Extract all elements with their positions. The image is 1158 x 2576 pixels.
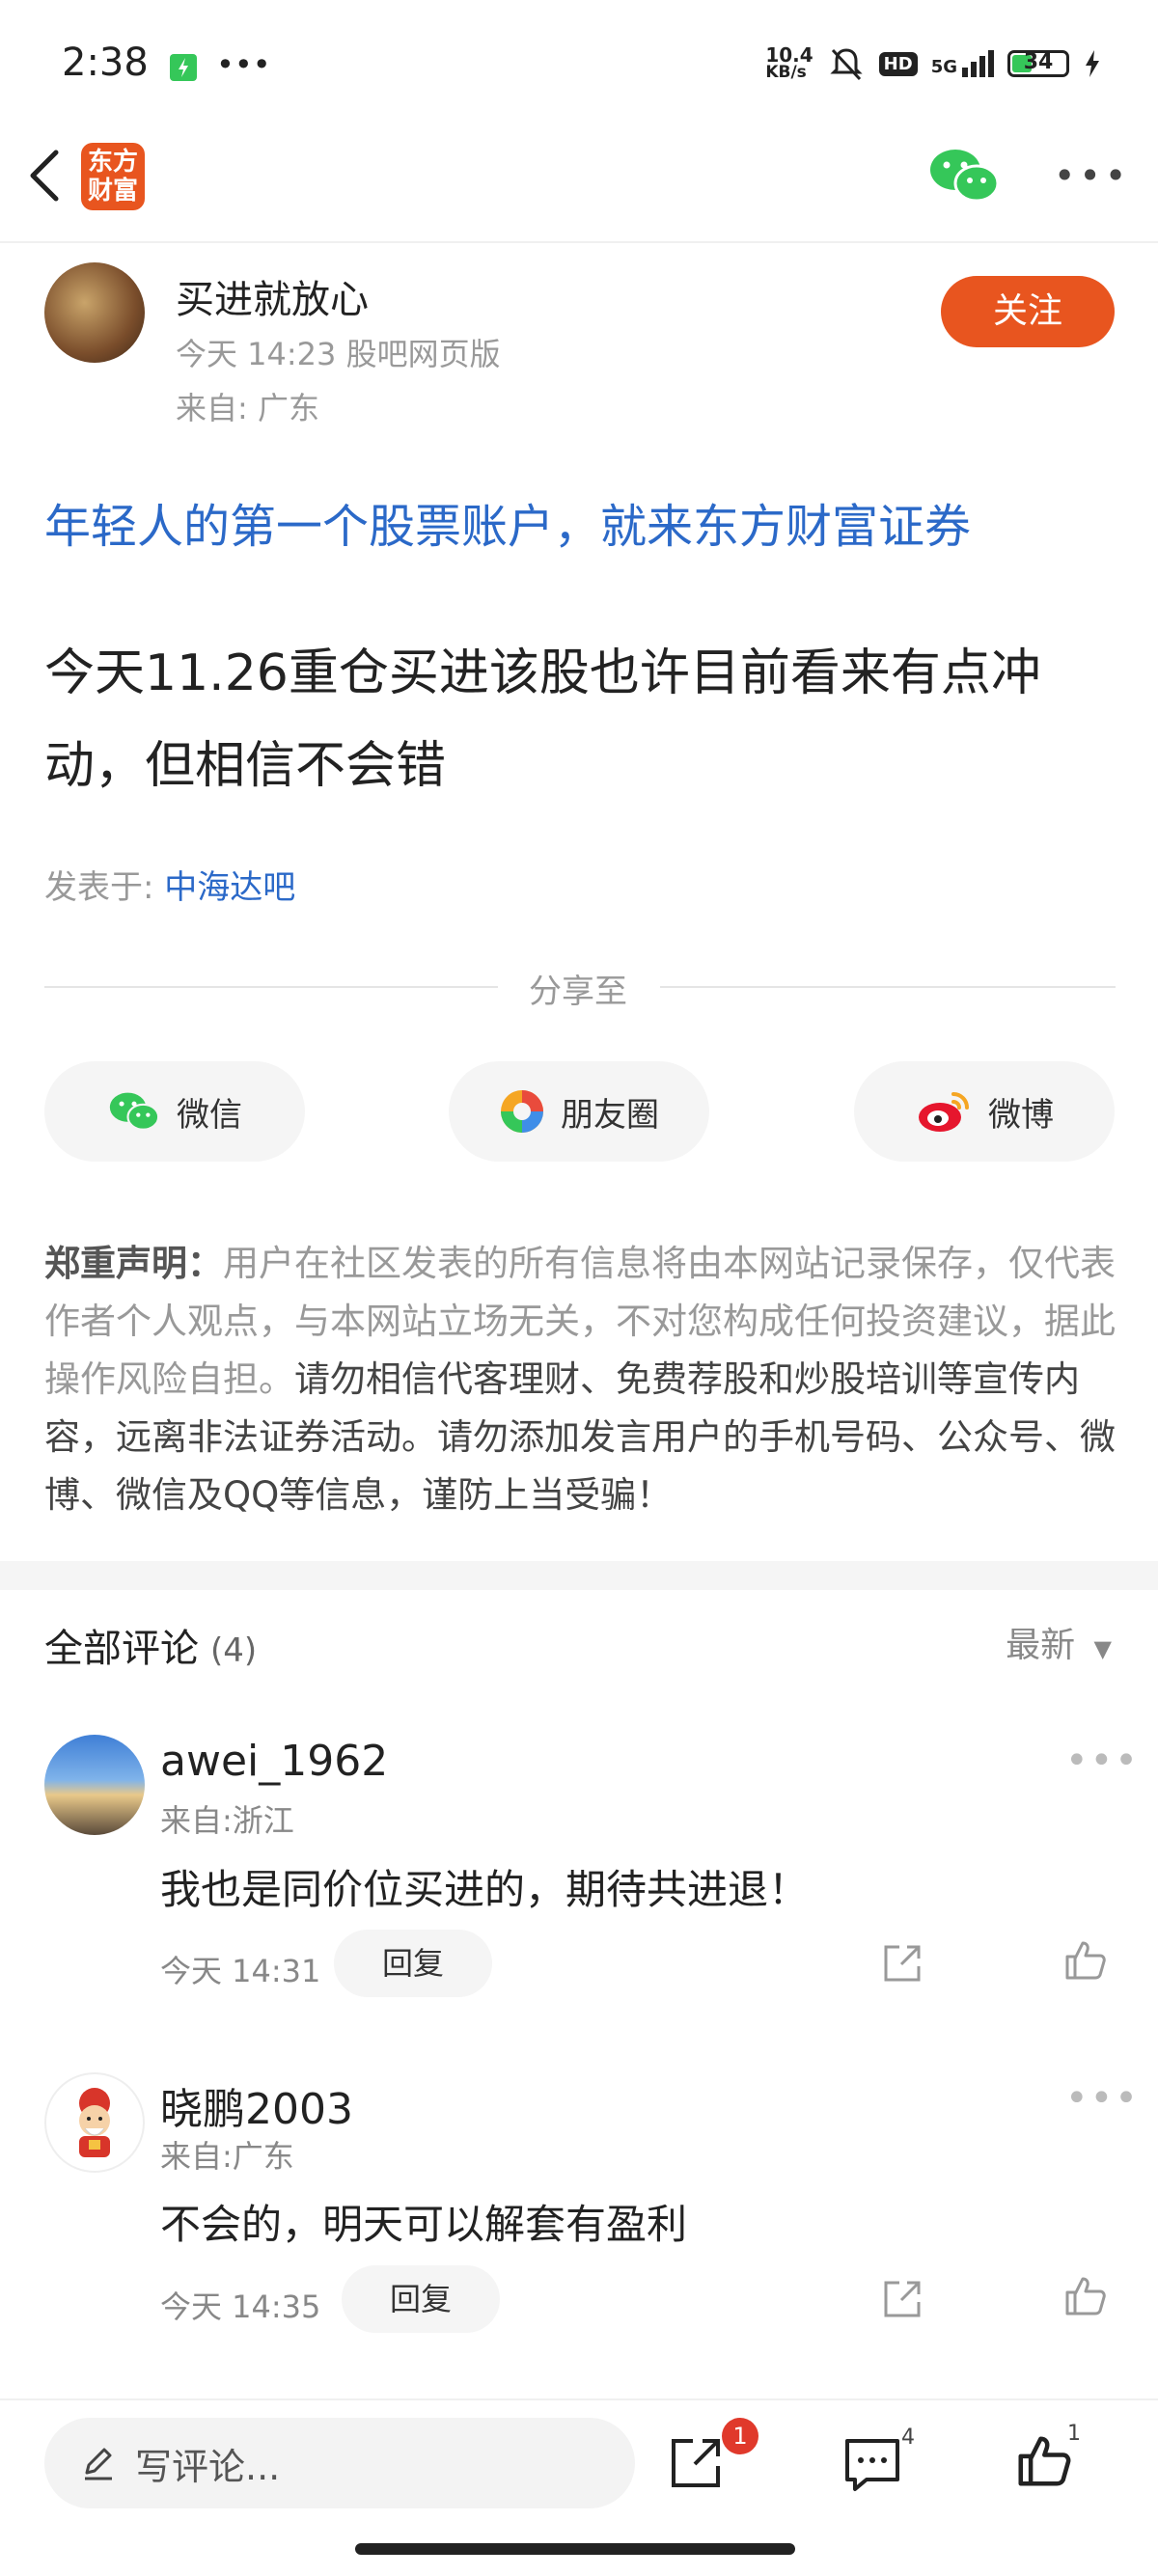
post-time-source: 今天 14:23 股吧网页版 <box>176 336 501 372</box>
disclaimer-title: 郑重声明： <box>44 1243 223 1284</box>
comments-title: 全部评论 <box>44 1627 199 1671</box>
bottom-comment-button[interactable] <box>843 2437 901 2497</box>
share-moments-label: 朋友圈 <box>561 1095 659 1135</box>
sort-dropdown[interactable]: 最新 ▼ <box>1006 1617 1112 1667</box>
comment-author[interactable]: 晓鹏2003 <box>160 2074 353 2136</box>
comments-count: (4) <box>210 1631 258 1670</box>
moments-icon <box>501 1090 543 1133</box>
comment-author[interactable]: awei_1962 <box>160 1737 388 1786</box>
comment-text: 我也是同价位买进的，期待共进退！ <box>160 1866 810 1913</box>
share-weibo-button[interactable]: 微博 <box>854 1061 1115 1162</box>
share-moments-button[interactable]: 朋友圈 <box>449 1061 709 1162</box>
more-notifications-icon: ••• <box>216 46 271 83</box>
home-indicator[interactable] <box>355 2543 795 2555</box>
write-comment-input[interactable]: 写评论... <box>44 2418 635 2508</box>
section-divider <box>0 1561 1158 1590</box>
comment-like-icon[interactable] <box>1062 2273 1108 2323</box>
share-icon <box>672 2439 720 2487</box>
write-comment-placeholder: 写评论... <box>135 2445 281 2488</box>
comment-time: 今天 14:31 <box>160 1953 321 1989</box>
back-icon[interactable] <box>21 147 69 205</box>
mute-bell-icon <box>830 48 863 81</box>
status-icons: 10.4 KB/s HD 5G 34 <box>765 44 1102 83</box>
share-wechat-button[interactable]: 微信 <box>44 1061 305 1162</box>
comment-icon <box>845 2439 899 2491</box>
wechat-icon <box>109 1092 160 1131</box>
more-menu-icon[interactable]: ••• <box>1054 154 1130 197</box>
author-avatar[interactable] <box>44 262 145 363</box>
comments-header: 全部评论 (4) <box>44 1617 257 1673</box>
comment-more-icon[interactable]: ••• <box>1065 1739 1140 1783</box>
comment-time: 今天 14:35 <box>160 2288 321 2325</box>
comment-share-icon[interactable] <box>880 2277 924 2325</box>
comment-location: 来自:广东 <box>160 2138 294 2175</box>
header-divider <box>0 241 1158 243</box>
share-badge: 1 <box>722 2418 758 2454</box>
pencil-icon <box>85 2448 112 2480</box>
post-content: 今天11.26重仓买进该股也许目前看来有点冲动，但相信不会错 <box>44 644 1041 795</box>
ad-link[interactable]: 年轻人的第一个股票账户，就来东方财富证券 <box>44 488 971 556</box>
reply-button[interactable]: 回复 <box>334 1930 492 1997</box>
hd-badge: HD <box>878 51 918 76</box>
battery-icon: 34 <box>1007 50 1069 77</box>
comment-like-icon[interactable] <box>1062 1937 1108 1987</box>
comment-location: 来自:浙江 <box>160 1802 294 1839</box>
share-weibo-label: 微博 <box>988 1095 1054 1135</box>
signal-icon: 5G <box>931 50 994 77</box>
bottom-share-button[interactable] <box>668 2433 726 2495</box>
caret-down-icon: ▼ <box>1093 1635 1112 1662</box>
bar-link[interactable]: 中海达吧 <box>164 868 295 907</box>
app-logo[interactable]: 东方 财富 <box>81 143 145 210</box>
share-divider-left <box>44 986 498 988</box>
sort-label: 最新 <box>1006 1626 1076 1665</box>
posted-in-label: 发表于: <box>44 868 154 907</box>
bottom-like-button[interactable] <box>1013 2431 1073 2495</box>
wechat-share-icon[interactable] <box>928 145 1000 210</box>
share-divider-right <box>660 986 1116 988</box>
weibo-icon <box>919 1092 969 1132</box>
comment-more-icon[interactable]: ••• <box>1065 2076 1140 2121</box>
status-time: 2:38 <box>62 41 149 85</box>
like-count: 1 <box>1067 2422 1081 2446</box>
notification-icon <box>170 54 197 81</box>
share-wechat-label: 微信 <box>177 1095 242 1135</box>
like-icon <box>1018 2436 1071 2486</box>
follow-button[interactable]: 关注 <box>941 276 1115 347</box>
charging-icon <box>1086 50 1099 77</box>
comment-avatar[interactable] <box>44 2072 145 2173</box>
comment-text: 不会的，明天可以解套有盈利 <box>160 2201 688 2248</box>
share-label: 分享至 <box>529 973 627 1011</box>
author-location: 来自: 广东 <box>176 390 319 426</box>
disclaimer: 郑重声明：用户在社区发表的所有信息将由本网站记录保存，仅代表作者个人观点，与本网… <box>44 1235 1116 1524</box>
net-speed: 10.4 KB/s <box>765 43 813 82</box>
author-name[interactable]: 买进就放心 <box>176 268 369 324</box>
reply-button[interactable]: 回复 <box>342 2265 500 2333</box>
comment-count: 4 <box>901 2425 915 2450</box>
comment-avatar[interactable] <box>44 1735 145 1835</box>
bottom-bar-divider <box>0 2398 1158 2400</box>
comment-share-icon[interactable] <box>880 1941 924 1989</box>
posted-in: 发表于: 中海达吧 <box>44 861 295 908</box>
